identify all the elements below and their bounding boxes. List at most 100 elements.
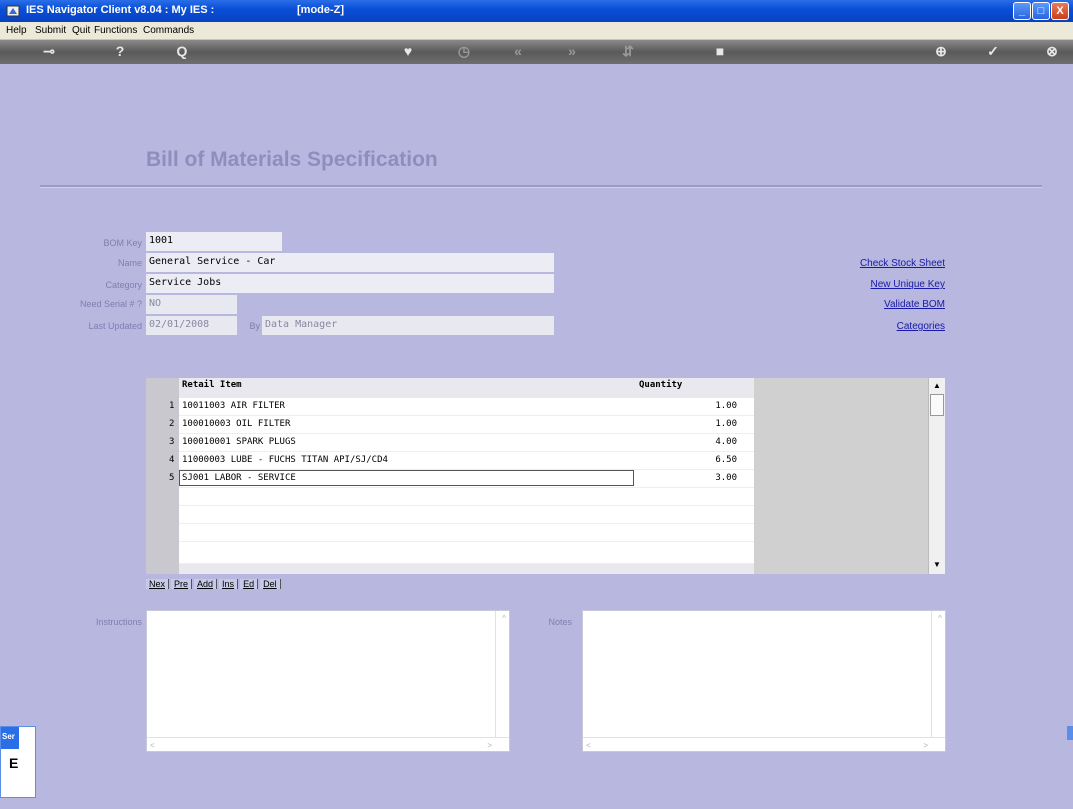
window-mode: [mode-Z] (297, 4, 345, 16)
quantity-cell[interactable]: 4.00 (715, 437, 737, 447)
right-edge-marker (1067, 726, 1073, 740)
instructions-textarea[interactable]: ^ < > (146, 610, 510, 752)
notes-vscroll[interactable] (931, 611, 945, 737)
edit-button[interactable]: Ed (240, 579, 259, 589)
title-bar: IES Navigator Client v8.04 : My IES : [m… (0, 0, 1073, 22)
table-row-empty[interactable] (179, 506, 754, 524)
help-icon[interactable]: ? (110, 43, 130, 59)
app-icon (6, 5, 20, 17)
new-unique-key-link[interactable]: New Unique Key (800, 279, 945, 290)
validate-bom-link[interactable]: Validate BOM (800, 299, 945, 310)
table-row[interactable]: 3 100010001 SPARK PLUGS 4.00 (169, 434, 754, 452)
column-header-quantity[interactable]: Quantity (639, 380, 682, 390)
retail-item-cell[interactable]: 100010001 SPARK PLUGS (182, 437, 296, 447)
toolbar: ⊸ ? Q ♥ ◷ « » ⇵ ■ ⊕ ✓ ⊗ (0, 40, 1073, 64)
check-stock-sheet-link[interactable]: Check Stock Sheet (800, 258, 945, 269)
forward-icon[interactable]: » (562, 43, 582, 59)
notes-hscroll[interactable] (583, 737, 945, 751)
bom-key-label: BOM Key (103, 238, 142, 248)
column-header-retail-item[interactable]: Retail Item (182, 380, 242, 390)
instructions-hscroll[interactable] (147, 737, 509, 751)
scroll-left-icon[interactable]: < (586, 741, 591, 750)
by-label: By (249, 321, 260, 331)
scroll-right-icon[interactable]: > (923, 741, 928, 750)
instructions-label: Instructions (95, 617, 142, 627)
by-field[interactable]: Data Manager (262, 316, 554, 335)
row-number: 2 (169, 419, 175, 429)
quantity-cell[interactable]: 1.00 (715, 419, 737, 429)
side-tab-glyph: E (9, 755, 19, 771)
menu-help[interactable]: Help (6, 25, 27, 36)
instructions-vscroll[interactable] (495, 611, 509, 737)
retail-item-cell[interactable]: 10011003 AIR FILTER (182, 401, 285, 411)
last-updated-field[interactable]: 02/01/2008 (146, 316, 237, 335)
grid-scrollbar[interactable]: ▲ ▼ (928, 378, 945, 574)
page-title: Bill of Materials Specification (146, 148, 438, 171)
menu-submit[interactable]: Submit (35, 25, 66, 36)
previous-button[interactable]: Pre (171, 579, 193, 589)
window-title: IES Navigator Client v8.04 : My IES : (26, 4, 215, 16)
table-row-empty[interactable] (179, 542, 754, 564)
quantity-cell[interactable]: 3.00 (715, 473, 737, 483)
table-row[interactable]: 1 10011003 AIR FILTER 1.00 (169, 398, 754, 416)
heading-divider (40, 185, 1042, 188)
row-number: 5 (169, 473, 175, 483)
retail-item-cell[interactable]: SJ001 LABOR - SERVICE (182, 473, 296, 483)
minimize-button[interactable]: _ (1013, 2, 1031, 20)
scroll-down-icon[interactable]: ▼ (932, 560, 942, 569)
side-tab[interactable]: Ser E (0, 726, 36, 798)
quantity-cell[interactable]: 6.50 (715, 455, 737, 465)
category-field[interactable]: Service Jobs (146, 274, 554, 293)
scroll-up-icon[interactable]: ▲ (932, 381, 942, 390)
retail-item-cell[interactable]: 11000003 LUBE - FUCHS TITAN API/SJ/CD4 (182, 455, 388, 465)
check-icon[interactable]: ✓ (983, 43, 1003, 60)
need-serial-label: Need Serial # ? (79, 299, 142, 309)
next-button[interactable]: Nex (146, 579, 170, 589)
scroll-up-icon[interactable]: ^ (502, 614, 506, 623)
category-label: Category (105, 280, 142, 290)
menu-commands[interactable]: Commands (143, 25, 194, 36)
rewind-icon[interactable]: « (508, 43, 528, 59)
table-row[interactable]: 2 100010003 OIL FILTER 1.00 (169, 416, 754, 434)
key-icon[interactable]: ⊸ (39, 43, 59, 60)
add-button[interactable]: Add (194, 579, 218, 589)
clock-icon[interactable]: ◷ (454, 43, 474, 60)
scroll-up-icon[interactable]: ^ (938, 614, 942, 623)
row-number: 4 (169, 455, 175, 465)
quantity-cell[interactable]: 1.00 (715, 401, 737, 411)
side-tab-label: Ser (1, 727, 19, 749)
delete-button[interactable]: Del (260, 579, 281, 589)
record-icon[interactable]: ⊕ (931, 43, 951, 60)
bom-items-grid: Retail Item Quantity 1 10011003 AIR FILT… (146, 378, 754, 574)
split-icon[interactable]: ⇵ (618, 43, 638, 60)
table-row-selected[interactable]: 5 SJ001 LABOR - SERVICE 3.00 (169, 470, 754, 488)
menu-quit[interactable]: Quit (72, 25, 90, 36)
insert-button[interactable]: Ins (219, 579, 239, 589)
menu-functions[interactable]: Functions (94, 25, 137, 36)
row-number: 1 (169, 401, 175, 411)
close-icon[interactable]: ⊗ (1042, 43, 1062, 60)
scroll-left-icon[interactable]: < (150, 741, 155, 750)
search-icon[interactable]: Q (172, 43, 192, 59)
grid-nav-buttons: Nex Pre Add Ins Ed Del (146, 578, 283, 594)
row-number: 3 (169, 437, 175, 447)
name-field[interactable]: General Service - Car (146, 253, 554, 272)
stop-icon[interactable]: ■ (710, 43, 730, 59)
need-serial-field[interactable]: NO (146, 295, 237, 314)
heart-icon[interactable]: ♥ (398, 43, 418, 59)
table-row[interactable]: 4 11000003 LUBE - FUCHS TITAN API/SJ/CD4… (169, 452, 754, 470)
notes-label: Notes (548, 617, 572, 627)
name-label: Name (117, 258, 142, 268)
menu-bar: Help Submit Quit Functions Commands (0, 22, 1073, 40)
scroll-right-icon[interactable]: > (487, 741, 492, 750)
retail-item-cell[interactable]: 100010003 OIL FILTER (182, 419, 290, 429)
maximize-button[interactable]: □ (1032, 2, 1050, 20)
table-row-empty[interactable] (179, 524, 754, 542)
table-row-empty[interactable] (179, 488, 754, 506)
categories-link[interactable]: Categories (800, 321, 945, 332)
bom-key-field[interactable]: 1001 (146, 232, 282, 251)
close-button[interactable]: X (1051, 2, 1069, 20)
notes-textarea[interactable]: ^ < > (582, 610, 946, 752)
scroll-thumb[interactable] (930, 394, 944, 416)
last-updated-label: Last Updated (88, 321, 142, 331)
